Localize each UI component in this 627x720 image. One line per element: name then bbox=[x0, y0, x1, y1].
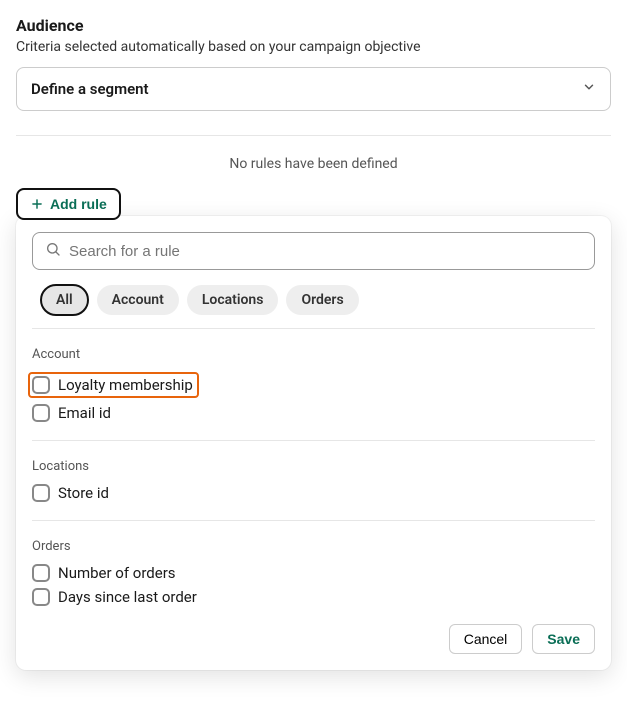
chevron-down-icon bbox=[582, 80, 596, 98]
filter-pill-orders[interactable]: Orders bbox=[286, 285, 358, 315]
group-locations: Locations Store id bbox=[32, 459, 595, 502]
section-subtitle: Criteria selected automatically based on… bbox=[16, 39, 611, 55]
rule-option-loyalty-membership[interactable]: Loyalty membership bbox=[28, 372, 199, 398]
popup-footer: Cancel Save bbox=[32, 624, 595, 654]
rule-option-email-id[interactable]: Email id bbox=[32, 404, 595, 422]
filter-pill-account[interactable]: Account bbox=[97, 285, 179, 315]
rule-option-label: Store id bbox=[58, 484, 109, 502]
filter-pill-row: All Account Locations Orders bbox=[32, 284, 595, 316]
group-orders: Orders Number of orders Days since last … bbox=[32, 539, 595, 606]
divider bbox=[16, 135, 611, 136]
checkbox-icon bbox=[32, 484, 50, 502]
rule-option-label: Loyalty membership bbox=[58, 376, 193, 394]
checkbox-icon bbox=[32, 376, 50, 394]
segment-dropdown-label: Define a segment bbox=[31, 80, 149, 98]
rule-option-label: Days since last order bbox=[58, 588, 197, 606]
group-account: Account Loyalty membership Email id bbox=[32, 347, 595, 422]
checkbox-icon bbox=[32, 588, 50, 606]
add-rule-button[interactable]: Add rule bbox=[16, 188, 121, 220]
section-title: Audience bbox=[16, 16, 611, 35]
save-button[interactable]: Save bbox=[532, 624, 595, 654]
add-rule-label: Add rule bbox=[50, 196, 107, 212]
checkbox-icon bbox=[32, 404, 50, 422]
rule-option-label: Email id bbox=[58, 404, 111, 422]
checkbox-icon bbox=[32, 564, 50, 582]
rule-option-label: Number of orders bbox=[58, 564, 176, 582]
audience-section: Audience Criteria selected automatically… bbox=[16, 16, 611, 670]
rule-picker-popup: All Account Locations Orders Account Loy… bbox=[16, 216, 611, 670]
rules-empty-text: No rules have been defined bbox=[16, 138, 611, 188]
plus-icon bbox=[30, 197, 44, 211]
cancel-button[interactable]: Cancel bbox=[449, 624, 523, 654]
group-label: Account bbox=[32, 347, 595, 362]
search-input[interactable] bbox=[61, 242, 582, 261]
rule-option-days-since-last-order[interactable]: Days since last order bbox=[32, 588, 595, 606]
group-label: Orders bbox=[32, 539, 595, 554]
filter-pill-locations[interactable]: Locations bbox=[187, 285, 279, 315]
rule-option-store-id[interactable]: Store id bbox=[32, 484, 595, 502]
divider bbox=[32, 440, 595, 441]
divider bbox=[32, 328, 595, 329]
divider bbox=[32, 520, 595, 521]
filter-pill-all[interactable]: All bbox=[40, 284, 89, 316]
search-input-wrap[interactable] bbox=[32, 232, 595, 270]
rule-option-number-of-orders[interactable]: Number of orders bbox=[32, 564, 595, 582]
segment-dropdown[interactable]: Define a segment bbox=[16, 67, 611, 111]
group-label: Locations bbox=[32, 459, 595, 474]
search-icon bbox=[45, 241, 61, 261]
